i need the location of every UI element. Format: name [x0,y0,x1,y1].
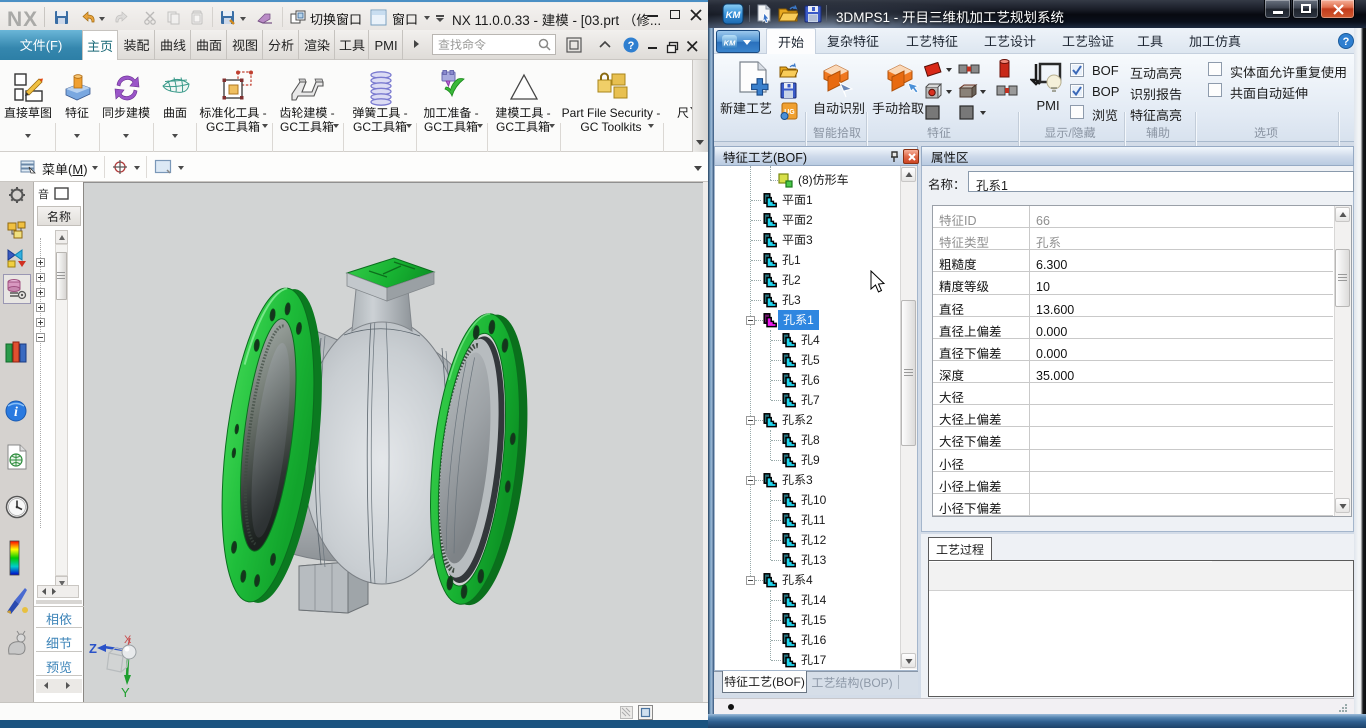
svg-text:Z: Z [89,641,97,656]
svg-text:X: X [124,634,132,646]
svg-text:?: ? [628,37,635,53]
svg-text:Y: Y [121,685,130,700]
svg-text:KM: KM [726,10,742,21]
svg-text:KM: KM [724,39,736,48]
svg-text:i: i [14,405,18,420]
svg-text:?: ? [1343,33,1350,49]
